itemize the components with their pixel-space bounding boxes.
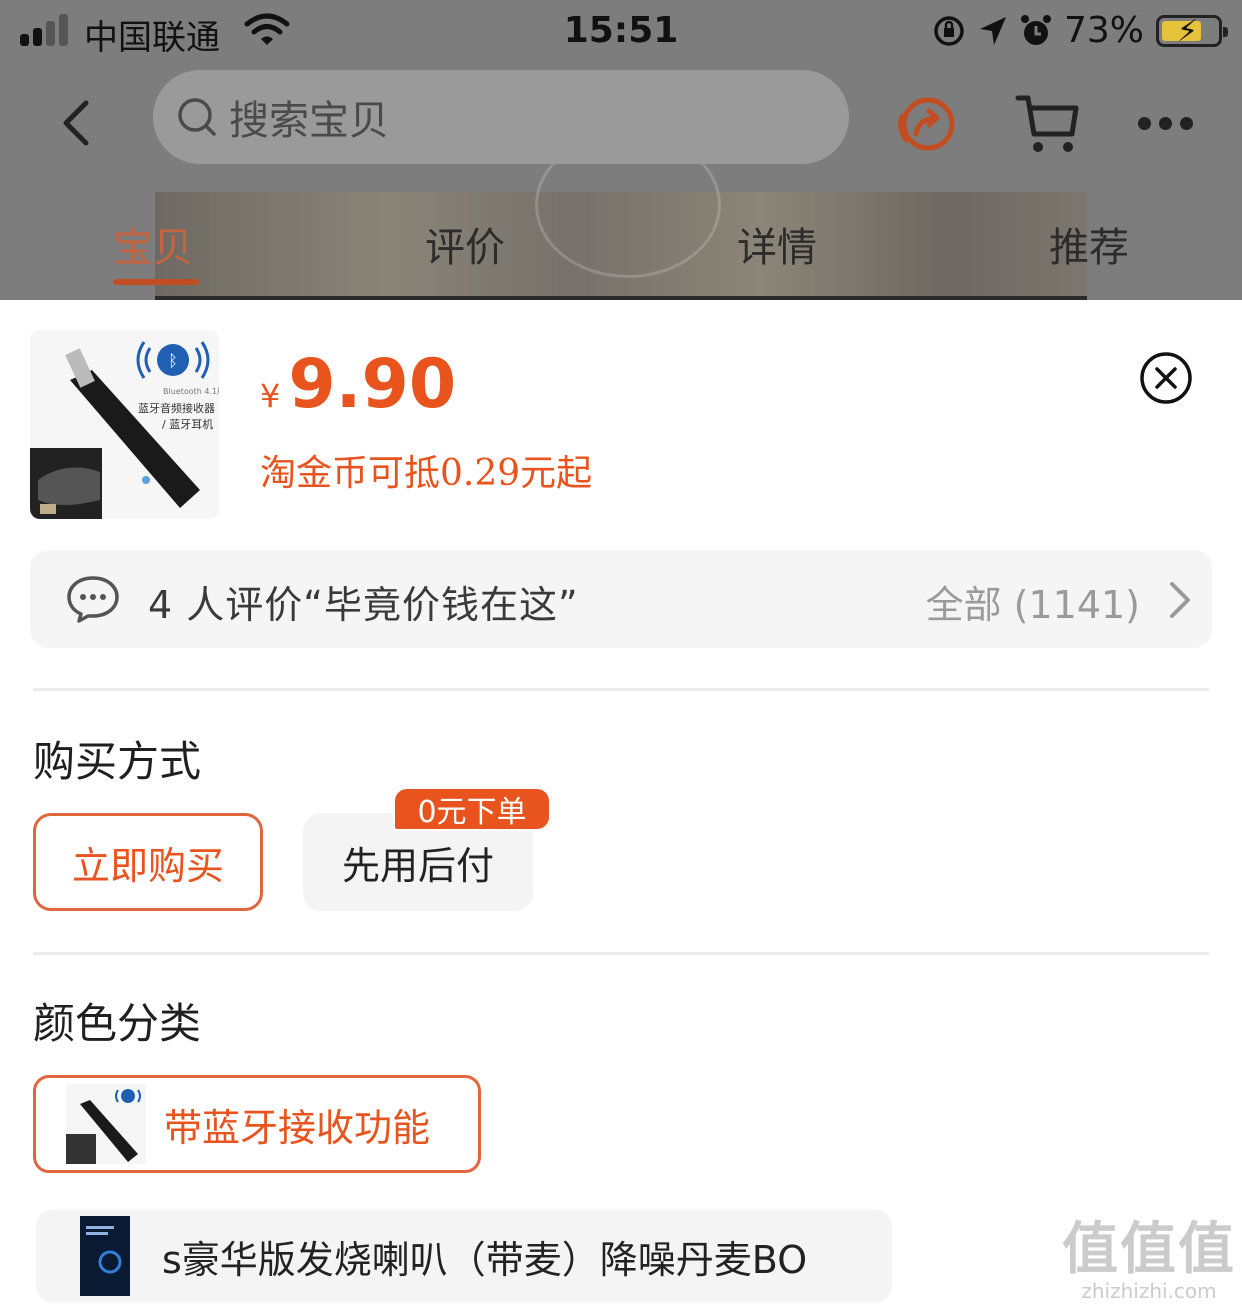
color-option-label: 带蓝牙接收功能 [164, 1105, 431, 1150]
purchase-method-title: 购买方式 [33, 737, 202, 786]
svg-text:/ 蓝牙耳机: / 蓝牙耳机 [162, 417, 213, 431]
watermark: 值值值 zhizhizhi.com [1062, 1204, 1236, 1303]
watermark-logo: 值值值 [1062, 1217, 1236, 1282]
location-icon [979, 16, 1006, 45]
color-option-thumb [80, 1216, 130, 1296]
price-value: 9.90 [288, 345, 457, 424]
product-image: ᛒ Bluetooth 4.1版本 蓝牙音频接收器 / 蓝牙耳机 [30, 330, 219, 519]
alarm-icon [1020, 14, 1051, 45]
more-icon[interactable] [1138, 112, 1198, 134]
divider [33, 688, 1209, 691]
review-summary-bar[interactable]: 4 人评价“毕竟价钱在这” 全部 (1141) [30, 550, 1212, 648]
tab-reviews[interactable]: 评价 [425, 215, 505, 273]
cart-icon[interactable] [1014, 92, 1080, 156]
color-option-label: s豪华版发烧喇叭（带麦）降噪丹麦BO [162, 1237, 808, 1282]
tab-active-indicator [113, 279, 199, 285]
price: ¥ 9.90 [260, 345, 456, 424]
dimmed-overlay[interactable]: 中国联通 15:51 73% ⚡ 搜索宝贝 宝贝 评价 详情 推荐 [0, 0, 1242, 300]
status-bar: 中国联通 15:51 73% ⚡ [0, 0, 1242, 62]
color-option-thumb [66, 1084, 146, 1164]
search-input[interactable]: 搜索宝贝 [153, 70, 849, 164]
color-option-deluxe[interactable]: s豪华版发烧喇叭（带麦）降噪丹麦BO [36, 1210, 892, 1302]
all-reviews-link[interactable]: 全部 (1141) [926, 574, 1140, 629]
color-option-bluetooth[interactable]: 带蓝牙接收功能 [33, 1075, 481, 1173]
currency-symbol: ¥ [260, 377, 281, 415]
comment-icon [67, 576, 119, 623]
sku-sheet: ᛒ Bluetooth 4.1版本 蓝牙音频接收器 / 蓝牙耳机 ¥ 9.90 … [0, 300, 1242, 1311]
svg-text:蓝牙音频接收器: 蓝牙音频接收器 [138, 401, 215, 415]
tab-baobei[interactable]: 宝贝 [113, 215, 193, 273]
svg-text:Bluetooth 4.1版本: Bluetooth 4.1版本 [163, 386, 219, 396]
svg-text:ᛒ: ᛒ [168, 351, 178, 370]
product-thumbnail[interactable]: ᛒ Bluetooth 4.1版本 蓝牙音频接收器 / 蓝牙耳机 [30, 330, 219, 519]
share-icon[interactable] [896, 94, 960, 154]
zero-down-badge: 0元下单 [393, 787, 551, 831]
tab-recommend[interactable]: 推荐 [1049, 215, 1129, 273]
review-summary-text: 4 人评价“毕竟价钱在这” [148, 583, 579, 627]
chevron-right-icon [1170, 582, 1190, 618]
close-icon[interactable] [1138, 350, 1194, 406]
watermark-domain: zhizhizhi.com [1081, 1279, 1217, 1303]
color-category-title: 颜色分类 [33, 999, 202, 1048]
status-right: 73% ⚡ [932, 10, 1228, 51]
coin-offer: 淘金币可抵0.29元起 [260, 453, 593, 494]
rotation-lock-icon [934, 15, 964, 46]
buy-now-option[interactable]: 立即购买 [33, 813, 263, 911]
search-placeholder: 搜索宝贝 [229, 98, 389, 144]
battery-icon: ⚡ [1156, 14, 1228, 49]
battery-percent: 73% [1063, 10, 1144, 51]
tab-details[interactable]: 详情 [737, 215, 817, 273]
tab-bar: 宝贝 评价 详情 推荐 [0, 215, 1242, 285]
divider [33, 952, 1209, 955]
back-icon[interactable] [50, 95, 106, 151]
search-icon [178, 98, 216, 136]
